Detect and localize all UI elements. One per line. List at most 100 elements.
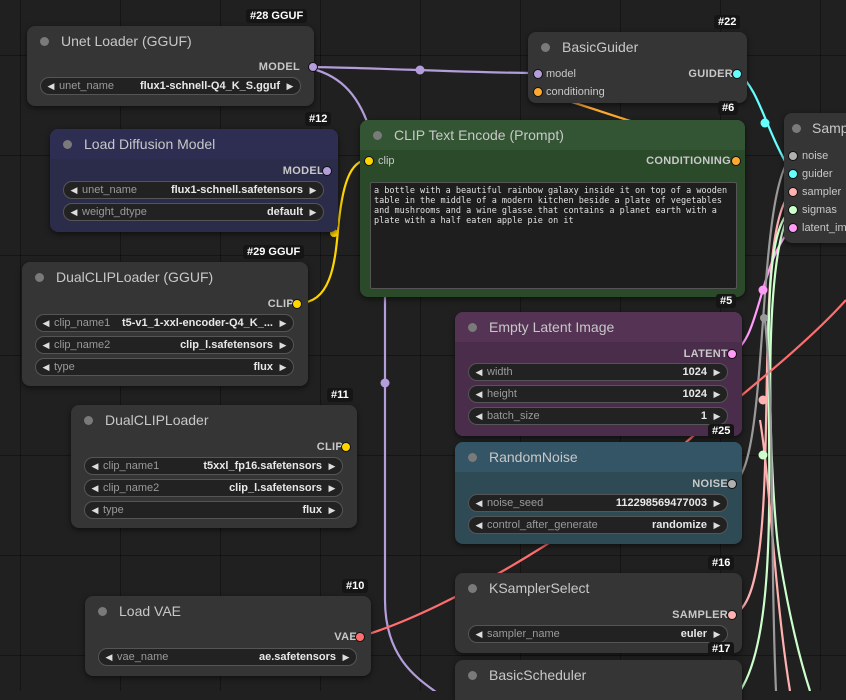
node-ksampler-select[interactable]: KSamplerSelect SAMPLER ◀ sampler_name eu…: [455, 573, 742, 653]
collapse-dot-icon[interactable]: [40, 37, 49, 46]
collapse-dot-icon[interactable]: [541, 43, 550, 52]
right-arrow-icon[interactable]: ▶: [711, 626, 723, 642]
collapse-dot-icon[interactable]: [35, 273, 44, 282]
widget-weight-dtype[interactable]: ◀ weight_dtype default ▶: [63, 203, 324, 221]
right-arrow-icon[interactable]: ▶: [711, 386, 723, 402]
input-socket-clip[interactable]: [364, 156, 374, 166]
left-arrow-icon[interactable]: ◀: [40, 359, 52, 375]
collapse-dot-icon[interactable]: [468, 584, 477, 593]
widget-batch-size[interactable]: ◀ batch_size 1 ▶: [468, 407, 728, 425]
node-unet-loader-gguf[interactable]: Unet Loader (GGUF) MODEL ◀ unet_name flu…: [27, 26, 318, 106]
node-title[interactable]: RandomNoise: [455, 442, 742, 472]
node-title[interactable]: DualCLIPLoader: [71, 405, 357, 435]
node-title[interactable]: Unet Loader (GGUF): [27, 26, 314, 56]
output-socket-conditioning[interactable]: [731, 156, 741, 166]
right-arrow-icon[interactable]: ▶: [711, 408, 723, 424]
collapse-dot-icon[interactable]: [98, 607, 107, 616]
output-socket-clip[interactable]: [341, 442, 351, 452]
output-socket-model[interactable]: [308, 62, 318, 72]
collapse-dot-icon[interactable]: [792, 124, 801, 133]
right-arrow-icon[interactable]: ▶: [307, 182, 319, 198]
left-arrow-icon[interactable]: ◀: [40, 315, 52, 331]
node-basic-guider[interactable]: BasicGuider model conditioning GUIDER: [528, 32, 747, 103]
left-arrow-icon[interactable]: ◀: [473, 386, 485, 402]
right-arrow-icon[interactable]: ▶: [711, 364, 723, 380]
input-socket-latent-image[interactable]: [788, 223, 798, 233]
input-socket-conditioning[interactable]: [533, 87, 543, 97]
widget-noise-seed[interactable]: ◀ noise_seed 112298569477003 ▶: [468, 494, 728, 512]
widget-unet-name[interactable]: ◀ unet_name flux1-schnell-Q4_K_S.gguf ▶: [40, 77, 301, 95]
left-arrow-icon[interactable]: ◀: [68, 182, 80, 198]
output-socket-model[interactable]: [322, 166, 332, 176]
collapse-dot-icon[interactable]: [84, 416, 93, 425]
node-basic-scheduler[interactable]: BasicScheduler: [455, 660, 742, 700]
node-load-vae[interactable]: Load VAE VAE ◀ vae_name ae.safetensors ▶: [85, 596, 371, 676]
widget-clip-name2[interactable]: ◀ clip_name2 clip_l.safetensors ▶: [35, 336, 294, 354]
left-arrow-icon[interactable]: ◀: [473, 495, 485, 511]
node-title[interactable]: BasicGuider: [528, 32, 747, 62]
collapse-dot-icon[interactable]: [468, 671, 477, 680]
node-dualcliploader[interactable]: DualCLIPLoader CLIP ◀ clip_name1 t5xxl_f…: [71, 405, 357, 528]
widget-type[interactable]: ◀ type flux ▶: [84, 501, 343, 519]
right-arrow-icon[interactable]: ▶: [711, 495, 723, 511]
widget-vae-name[interactable]: ◀ vae_name ae.safetensors ▶: [98, 648, 357, 666]
widget-type[interactable]: ◀ type flux ▶: [35, 358, 294, 376]
left-arrow-icon[interactable]: ◀: [89, 480, 101, 496]
output-socket-vae[interactable]: [355, 632, 365, 642]
right-arrow-icon[interactable]: ▶: [340, 649, 352, 665]
collapse-dot-icon[interactable]: [468, 323, 477, 332]
input-socket-guider[interactable]: [788, 169, 798, 179]
output-socket-guider[interactable]: [732, 69, 742, 79]
right-arrow-icon[interactable]: ▶: [711, 517, 723, 533]
left-arrow-icon[interactable]: ◀: [103, 649, 115, 665]
left-arrow-icon[interactable]: ◀: [89, 458, 101, 474]
left-arrow-icon[interactable]: ◀: [40, 337, 52, 353]
left-arrow-icon[interactable]: ◀: [473, 408, 485, 424]
node-title[interactable]: CLIP Text Encode (Prompt): [360, 120, 745, 150]
widget-clip-name2[interactable]: ◀ clip_name2 clip_l.safetensors ▶: [84, 479, 343, 497]
widget-control-after-generate[interactable]: ◀ control_after_generate randomize ▶: [468, 516, 728, 534]
right-arrow-icon[interactable]: ▶: [326, 502, 338, 518]
right-arrow-icon[interactable]: ▶: [326, 458, 338, 474]
output-socket-clip[interactable]: [292, 299, 302, 309]
right-arrow-icon[interactable]: ▶: [277, 337, 289, 353]
node-title[interactable]: BasicScheduler: [455, 660, 742, 690]
node-title[interactable]: Empty Latent Image: [455, 312, 742, 342]
node-clip-text-encode[interactable]: CLIP Text Encode (Prompt) clip CONDITION…: [360, 120, 745, 297]
node-title[interactable]: Load Diffusion Model: [50, 129, 338, 159]
output-socket-sampler[interactable]: [727, 610, 737, 620]
prompt-textarea[interactable]: a bottle with a beautiful rainbow galaxy…: [370, 182, 737, 289]
collapse-dot-icon[interactable]: [373, 131, 382, 140]
left-arrow-icon[interactable]: ◀: [473, 364, 485, 380]
widget-sampler-name[interactable]: ◀ sampler_name euler ▶: [468, 625, 728, 643]
right-arrow-icon[interactable]: ▶: [277, 359, 289, 375]
left-arrow-icon[interactable]: ◀: [473, 517, 485, 533]
collapse-dot-icon[interactable]: [63, 140, 72, 149]
input-socket-sigmas[interactable]: [788, 205, 798, 215]
node-dualcliploader-gguf[interactable]: DualCLIPLoader (GGUF) CLIP ◀ clip_name1 …: [22, 262, 308, 386]
widget-clip-name1[interactable]: ◀ clip_name1 t5xxl_fp16.safetensors ▶: [84, 457, 343, 475]
widget-width[interactable]: ◀ width 1024 ▶: [468, 363, 728, 381]
node-empty-latent-image[interactable]: Empty Latent Image LATENT ◀ width 1024 ▶…: [455, 312, 742, 436]
node-title[interactable]: DualCLIPLoader (GGUF): [22, 262, 308, 292]
right-arrow-icon[interactable]: ▶: [284, 78, 296, 94]
right-arrow-icon[interactable]: ▶: [277, 315, 289, 331]
widget-height[interactable]: ◀ height 1024 ▶: [468, 385, 728, 403]
left-arrow-icon[interactable]: ◀: [473, 626, 485, 642]
node-load-diffusion-model[interactable]: Load Diffusion Model MODEL ◀ unet_name f…: [50, 129, 338, 232]
left-arrow-icon[interactable]: ◀: [89, 502, 101, 518]
output-socket-latent[interactable]: [727, 349, 737, 359]
node-title[interactable]: Sampler: [784, 113, 846, 143]
node-random-noise[interactable]: RandomNoise NOISE ◀ noise_seed 112298569…: [455, 442, 742, 544]
output-socket-noise[interactable]: [727, 479, 737, 489]
widget-clip-name1[interactable]: ◀ clip_name1 t5-v1_1-xxl-encoder-Q4_K_..…: [35, 314, 294, 332]
left-arrow-icon[interactable]: ◀: [45, 78, 57, 94]
node-title[interactable]: Load VAE: [85, 596, 371, 626]
node-sampler-custom[interactable]: Sampler noise guider sampler sigmas late…: [784, 113, 846, 243]
widget-unet-name[interactable]: ◀ unet_name flux1-schnell.safetensors ▶: [63, 181, 324, 199]
input-socket-noise[interactable]: [788, 151, 798, 161]
collapse-dot-icon[interactable]: [468, 453, 477, 462]
input-socket-model[interactable]: [533, 69, 543, 79]
left-arrow-icon[interactable]: ◀: [68, 204, 80, 220]
right-arrow-icon[interactable]: ▶: [307, 204, 319, 220]
